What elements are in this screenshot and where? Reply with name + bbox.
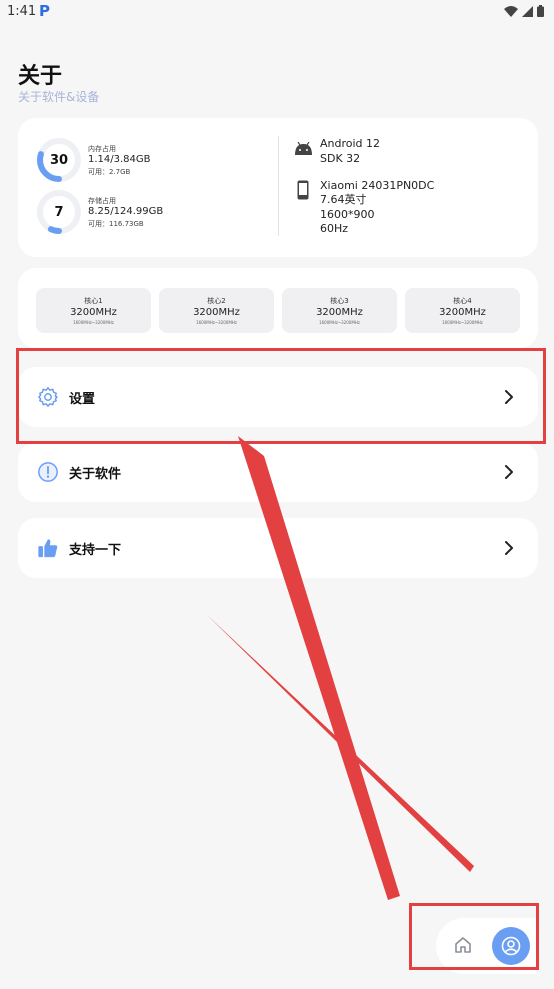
card-divider	[278, 136, 279, 236]
page-subtitle: 关于软件&设备	[18, 90, 100, 104]
info-icon	[38, 462, 58, 482]
storage-percent: 7	[54, 204, 64, 220]
status-icons	[504, 5, 544, 17]
device-info-card: 30 内存占用 1.14/3.84GB 可用：2.7GB 7 存储占用 8.25…	[18, 118, 538, 257]
annotation-arrow-down	[206, 614, 474, 872]
memory-value: 1.14/3.84GB	[88, 154, 151, 165]
core-name: 核心2	[207, 297, 226, 305]
storage-available: 可用：116.73GB	[88, 220, 144, 228]
core-name: 核心4	[453, 297, 472, 305]
storage-label: 存储占用	[88, 197, 116, 205]
core-range: 1600MHz~3200MHz	[73, 320, 114, 325]
screen-resolution: 1600*900	[320, 208, 375, 221]
refresh-rate: 60Hz	[320, 222, 349, 235]
screen-size: 7.64英寸	[320, 193, 367, 206]
memory-usage-ring: 30	[36, 137, 82, 183]
chevron-right-icon	[505, 465, 513, 479]
sdk-version: SDK 32	[320, 152, 361, 165]
core-frequency: 3200MHz	[193, 307, 240, 318]
status-time: 1:41	[7, 4, 37, 19]
core-name: 核心3	[330, 297, 349, 305]
cpu-core: 核心4 3200MHz 1600MHz~3200MHz	[405, 288, 520, 333]
cpu-core: 核心1 3200MHz 1600MHz~3200MHz	[36, 288, 151, 333]
core-frequency: 3200MHz	[316, 307, 363, 318]
core-frequency: 3200MHz	[439, 307, 486, 318]
signal-icon	[522, 5, 533, 17]
core-name: 核心1	[84, 297, 103, 305]
device-model: Xiaomi 24031PN0DC	[320, 179, 435, 192]
annotation-arrow-up	[238, 436, 400, 900]
cpu-core: 核心2 3200MHz 1600MHz~3200MHz	[159, 288, 274, 333]
about-label: 关于软件	[69, 467, 122, 482]
battery-icon	[537, 5, 544, 17]
storage-usage-ring: 7	[36, 189, 82, 235]
app-notification-icon: P	[39, 2, 50, 20]
wifi-icon	[504, 5, 518, 17]
android-version: Android 12	[320, 137, 381, 150]
storage-value: 8.25/124.99GB	[88, 206, 164, 217]
phone-icon	[297, 180, 309, 200]
settings-highlight-box	[16, 348, 546, 444]
android-icon	[295, 142, 312, 155]
support-menu-item[interactable]: 支持一下	[18, 518, 538, 578]
memory-percent: 30	[49, 152, 69, 168]
about-menu-item[interactable]: 关于软件	[18, 442, 538, 502]
memory-available: 可用：2.7GB	[88, 168, 131, 176]
page-title: 关于	[18, 64, 63, 89]
chevron-right-icon	[505, 541, 513, 555]
core-range: 1600MHz~3200MHz	[319, 320, 360, 325]
core-frequency: 3200MHz	[70, 307, 117, 318]
support-label: 支持一下	[69, 543, 122, 558]
cpu-cores-card: 核心1 3200MHz 1600MHz~3200MHz 核心2 3200MHz …	[18, 268, 538, 348]
core-range: 1600MHz~3200MHz	[442, 320, 483, 325]
cpu-core: 核心3 3200MHz 1600MHz~3200MHz	[282, 288, 397, 333]
status-bar: 1:41 P	[0, 0, 554, 26]
core-range: 1600MHz~3200MHz	[196, 320, 237, 325]
bottom-nav-highlight-box	[409, 903, 539, 970]
memory-label: 内存占用	[88, 145, 116, 153]
thumbs-up-icon	[38, 539, 58, 558]
